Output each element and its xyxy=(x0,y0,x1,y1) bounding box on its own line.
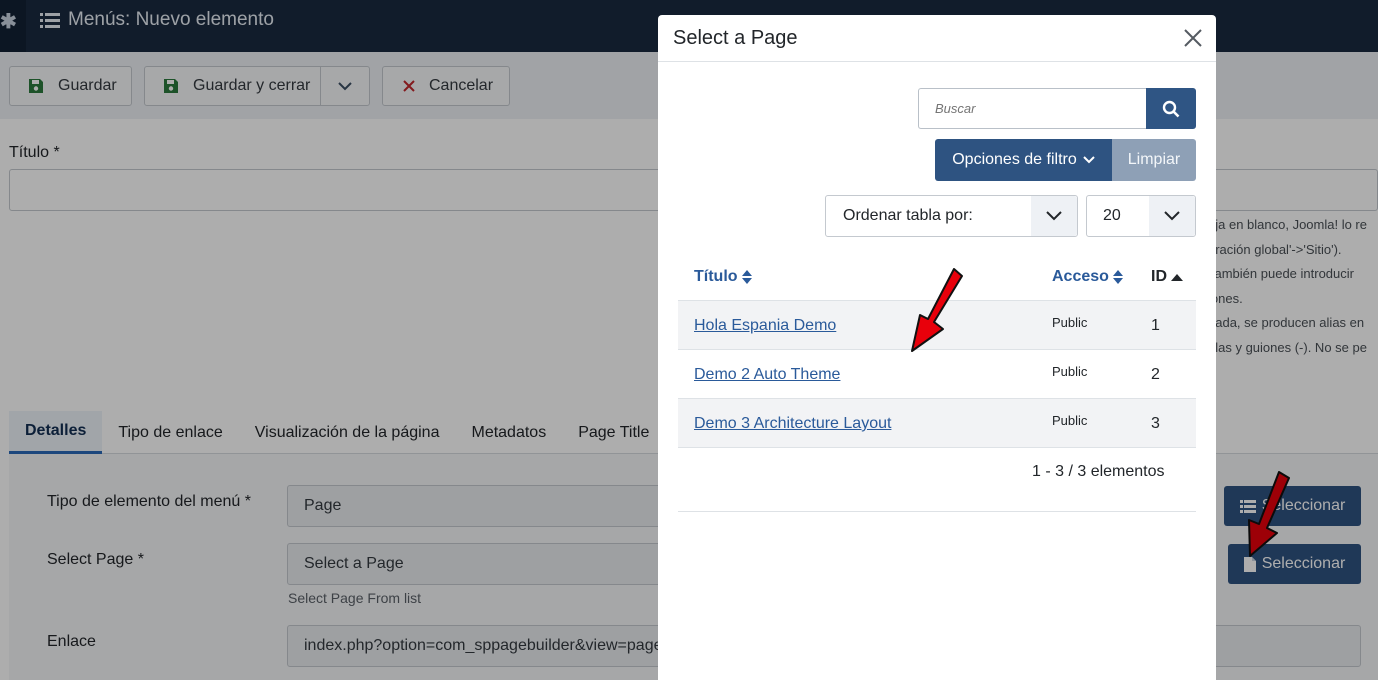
search-icon xyxy=(1162,100,1180,117)
page-access: Public xyxy=(1052,315,1088,330)
column-header-title-text: Título xyxy=(694,268,738,285)
page-title-link[interactable]: Demo 3 Architecture Layout xyxy=(694,415,891,433)
filter-options-label: Opciones de filtro xyxy=(952,151,1077,168)
sort-icon xyxy=(1112,270,1123,284)
column-header-title[interactable]: Título xyxy=(694,268,752,286)
search-input[interactable] xyxy=(918,88,1147,129)
modal-header: Select a Page xyxy=(658,15,1216,62)
sort-asc-icon xyxy=(1171,273,1183,281)
red-arrow-icon xyxy=(911,268,963,352)
order-select[interactable]: Ordenar tabla por: xyxy=(825,195,1078,237)
chevron-down-icon xyxy=(1164,211,1180,221)
page-access: Public xyxy=(1052,364,1088,379)
table-row: Demo 2 Auto Theme Public 2 xyxy=(678,350,1196,399)
select-page-modal: Select a Page Opciones de filtro Limpiar… xyxy=(658,15,1216,680)
column-header-id[interactable]: ID xyxy=(1151,268,1183,286)
clear-button[interactable]: Limpiar xyxy=(1112,139,1196,181)
filter-options-button[interactable]: Opciones de filtro xyxy=(935,139,1112,181)
pagination-counter: 1 - 3 / 3 elementos xyxy=(1032,463,1165,480)
page-id: 2 xyxy=(1151,366,1160,383)
sort-icon xyxy=(741,270,752,284)
column-header-access[interactable]: Acceso xyxy=(1052,268,1123,286)
page-id: 3 xyxy=(1151,415,1160,432)
page-id: 1 xyxy=(1151,317,1160,334)
page-access: Public xyxy=(1052,413,1088,428)
column-header-access-text: Acceso xyxy=(1052,268,1109,285)
limit-select-value: 20 xyxy=(1103,207,1121,224)
order-select-value: Ordenar tabla por: xyxy=(843,207,973,224)
modal-title: Select a Page xyxy=(673,27,798,49)
limit-select-toggle xyxy=(1149,196,1195,236)
search-button[interactable] xyxy=(1146,88,1196,129)
page-title-link[interactable]: Demo 2 Auto Theme xyxy=(694,366,840,384)
table-row: Demo 3 Architecture Layout Public 3 xyxy=(678,399,1196,448)
order-select-toggle xyxy=(1031,196,1077,236)
chevron-down-icon xyxy=(1083,156,1095,164)
page-title-link[interactable]: Hola Espania Demo xyxy=(694,317,836,335)
limit-select[interactable]: 20 xyxy=(1086,195,1196,237)
modal-divider xyxy=(678,511,1196,512)
chevron-down-icon xyxy=(1046,211,1062,221)
close-icon[interactable] xyxy=(1180,25,1206,51)
column-header-id-text: ID xyxy=(1151,268,1167,285)
